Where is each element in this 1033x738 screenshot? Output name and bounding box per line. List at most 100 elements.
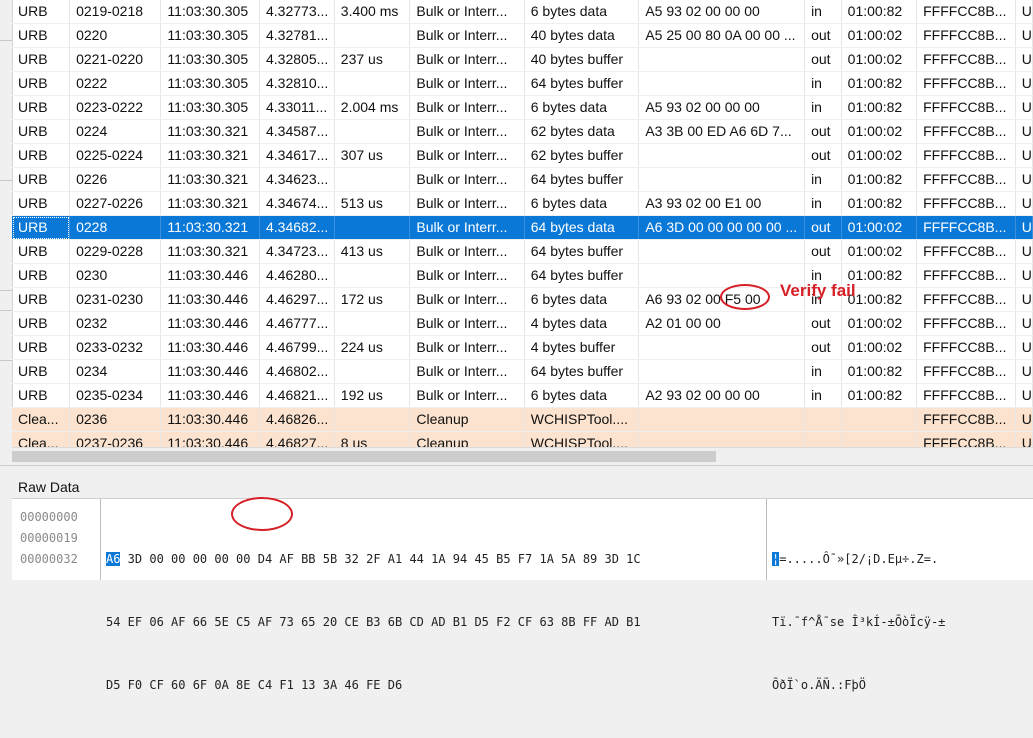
raw-offsets: 00000000 00000019 00000032 xyxy=(20,507,78,570)
cell-status: U xyxy=(1015,95,1033,120)
cell-seq: 0219-0218 xyxy=(69,0,162,24)
cell-endpoint: 01:00:02 xyxy=(841,119,918,144)
cell-item: URB xyxy=(12,23,71,48)
trace-grid[interactable]: URB 0219-0218 11:03:30.305 4.32773... 3.400 … xyxy=(0,0,1033,447)
cell-data-bytes: A3 93 02 00 E1 00 xyxy=(638,191,806,216)
raw-data-panel[interactable]: 00000000 00000019 00000032 A6 3D 00 00 0… xyxy=(12,497,1033,692)
cell-seq: 0232 xyxy=(69,311,162,336)
scrollbar-thumb[interactable] xyxy=(12,451,716,462)
cell-data-bytes: A2 01 00 00 xyxy=(638,311,806,336)
table-row[interactable]: URB 0230 11:03:30.446 4.46280... Bulk or Int… xyxy=(12,263,1033,288)
cell-duration xyxy=(334,359,411,384)
cell-time: 11:03:30.446 xyxy=(160,335,260,360)
cell-status: U xyxy=(1015,47,1033,72)
cell-item: URB xyxy=(12,359,71,384)
cell-status: U xyxy=(1015,239,1033,264)
cell-duration: 224 us xyxy=(334,335,411,360)
cell-data-bytes: A5 25 00 80 0A 00 00 ... xyxy=(638,23,806,48)
cell-endpoint: 01:00:02 xyxy=(841,23,918,48)
cell-seq: 0224 xyxy=(69,119,162,144)
strip-mark xyxy=(0,310,12,311)
ascii-view[interactable]: ¦=.....Ô¯»[2/¡D.Eµ÷.Z=. Tï.¯f^Å¯se Î³kÍ-… xyxy=(772,507,945,738)
cell-direction: out xyxy=(804,215,842,240)
cell-elapsed: 4.46799... xyxy=(259,335,335,360)
cell-elapsed: 4.34623... xyxy=(259,167,335,192)
table-row[interactable]: URB 0228 11:03:30.321 4.34682... Bulk or Int… xyxy=(12,215,1033,240)
hex-line-rest: 3D 00 00 00 00 00 D4 AF BB 5B 32 2F A1 4… xyxy=(120,552,641,566)
pane-splitter[interactable] xyxy=(0,465,1033,476)
table-row[interactable]: Clea... 0236 11:03:30.446 4.46826... Cleanup… xyxy=(12,407,1033,432)
table-row[interactable]: URB 0220 11:03:30.305 4.32781... Bulk or Int… xyxy=(12,23,1033,48)
cell-data-bytes xyxy=(638,407,806,432)
trace-table[interactable]: URB 0219-0218 11:03:30.305 4.32773... 3.400 … xyxy=(12,0,1033,447)
cell-data-bytes: A2 93 02 00 00 00 xyxy=(638,383,806,408)
cell-item: URB xyxy=(12,167,71,192)
table-row[interactable]: URB 0233-0232 11:03:30.446 4.46799... 224 us… xyxy=(12,335,1033,360)
cell-elapsed: 4.32773... xyxy=(259,0,335,24)
table-row[interactable]: URB 0224 11:03:30.321 4.34587... Bulk or Int… xyxy=(12,119,1033,144)
cell-io-data: 64 bytes buffer xyxy=(524,167,640,192)
cell-item: URB xyxy=(12,47,71,72)
cell-item: URB xyxy=(12,0,71,24)
cell-data-bytes xyxy=(638,47,806,72)
cell-item: URB xyxy=(12,71,71,96)
table-row[interactable]: URB 0221-0220 11:03:30.305 4.32805... 237 us… xyxy=(12,47,1033,72)
cell-io-data: 4 bytes buffer xyxy=(524,335,640,360)
hex-view[interactable]: A6 3D 00 00 00 00 00 D4 AF BB 5B 32 2F A… xyxy=(100,497,767,692)
grid-horizontal-scrollbar[interactable] xyxy=(12,447,1033,465)
cell-io-data: 64 bytes buffer xyxy=(524,263,640,288)
strip-mark xyxy=(0,40,12,41)
cell-endpoint xyxy=(841,431,918,447)
cell-endpoint: 01:00:82 xyxy=(841,167,918,192)
cell-time: 11:03:30.446 xyxy=(160,263,260,288)
hex-selected-byte[interactable]: A6 xyxy=(106,552,121,566)
table-row[interactable]: URB 0219-0218 11:03:30.305 4.32773... 3.400 … xyxy=(12,0,1033,24)
cell-io-data: 6 bytes data xyxy=(524,287,640,312)
cell-elapsed: 4.32805... xyxy=(259,47,335,72)
cell-seq: 0222 xyxy=(69,71,162,96)
table-row[interactable]: URB 0232 11:03:30.446 4.46777... Bulk or Int… xyxy=(12,311,1033,336)
cell-direction: in xyxy=(804,95,842,120)
hex-lines[interactable]: A6 3D 00 00 00 00 00 D4 AF BB 5B 32 2F A… xyxy=(106,507,641,738)
table-row[interactable]: URB 0229-0228 11:03:30.321 4.34723... 413 us… xyxy=(12,239,1033,264)
table-row[interactable]: Clea... 0237-0236 11:03:30.446 4.46827... 8 … xyxy=(12,431,1033,447)
cell-request: Bulk or Interr... xyxy=(409,287,525,312)
cell-time: 11:03:30.321 xyxy=(160,239,260,264)
table-row[interactable]: URB 0225-0224 11:03:30.321 4.34617... 307 us… xyxy=(12,143,1033,168)
cell-data-bytes xyxy=(638,239,806,264)
cell-item: URB xyxy=(12,239,71,264)
cell-item: URB xyxy=(12,191,71,216)
cell-seq: 0229-0228 xyxy=(69,239,162,264)
cell-seq: 0227-0226 xyxy=(69,191,162,216)
table-row[interactable]: URB 0222 11:03:30.305 4.32810... Bulk or Int… xyxy=(12,71,1033,96)
table-row[interactable]: URB 0226 11:03:30.321 4.34623... Bulk or Int… xyxy=(12,167,1033,192)
table-row[interactable]: URB 0234 11:03:30.446 4.46802... Bulk or Int… xyxy=(12,359,1033,384)
cell-io-data: 62 bytes data xyxy=(524,119,640,144)
table-row[interactable]: URB 0223-0222 11:03:30.305 4.33011... 2.004 … xyxy=(12,95,1033,120)
cell-item: URB xyxy=(12,119,71,144)
hex-callout-circle xyxy=(231,497,293,531)
cell-elapsed: 4.33011... xyxy=(259,95,335,120)
cell-direction: out xyxy=(804,143,842,168)
cell-status: U xyxy=(1015,407,1033,432)
table-row[interactable]: URB 0235-0234 11:03:30.446 4.46821... 192 us… xyxy=(12,383,1033,408)
cell-seq: 0228 xyxy=(69,215,162,240)
cell-seq: 0237-0236 xyxy=(69,431,162,447)
cell-time: 11:03:30.305 xyxy=(160,47,260,72)
cell-handle: FFFFCC8B... xyxy=(916,71,1016,96)
cell-io-data: 40 bytes buffer xyxy=(524,47,640,72)
table-row[interactable]: URB 0231-0230 11:03:30.446 4.46297... 172 us… xyxy=(12,287,1033,312)
cell-elapsed: 4.46297... xyxy=(259,287,335,312)
cell-direction: in xyxy=(804,383,842,408)
cell-direction: in xyxy=(804,167,842,192)
cell-status: U xyxy=(1015,191,1033,216)
cell-handle: FFFFCC8B... xyxy=(916,0,1016,24)
cell-status: U xyxy=(1015,143,1033,168)
cell-endpoint: 01:00:82 xyxy=(841,359,918,384)
cell-data-bytes xyxy=(638,143,806,168)
cell-request: Bulk or Interr... xyxy=(409,47,525,72)
cell-direction xyxy=(804,407,842,432)
cell-duration xyxy=(334,23,411,48)
table-row[interactable]: URB 0227-0226 11:03:30.321 4.34674... 513 us… xyxy=(12,191,1033,216)
cell-duration: 2.004 ms xyxy=(334,95,411,120)
